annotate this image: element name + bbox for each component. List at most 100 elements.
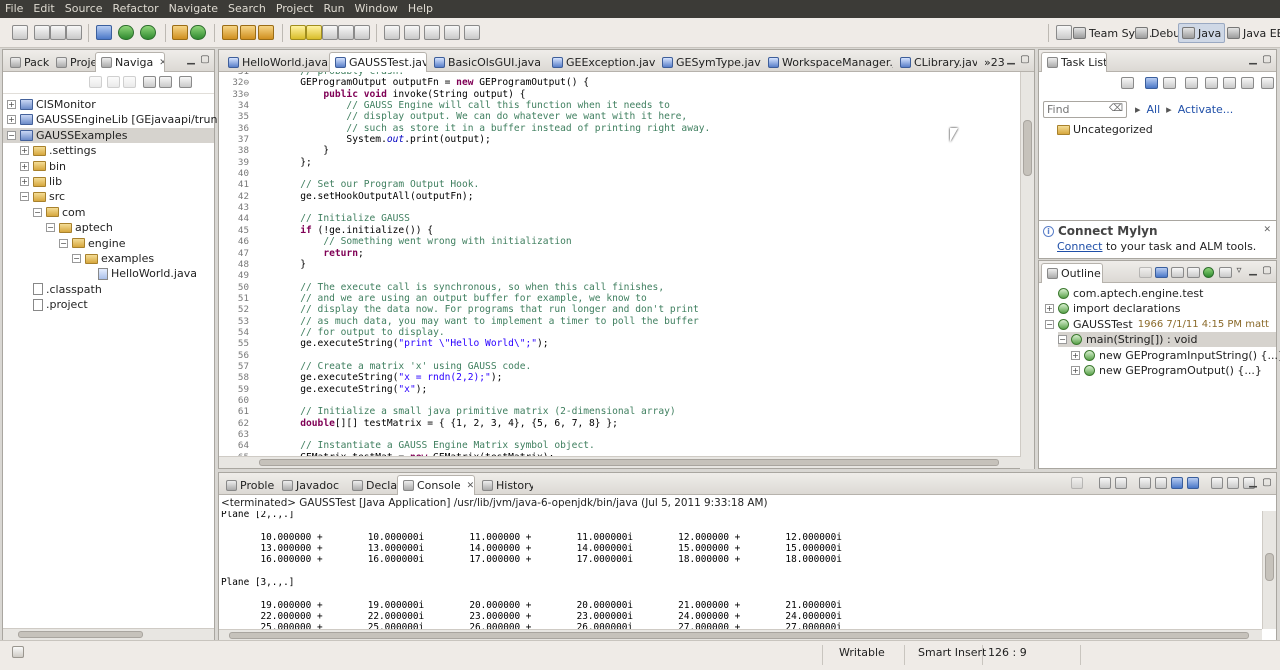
perspective-java[interactable]: Java xyxy=(1178,23,1226,43)
collapse-icon[interactable]: − xyxy=(1058,335,1067,345)
categorized-icon[interactable] xyxy=(1145,77,1158,89)
tree-item-com[interactable]: − com xyxy=(33,205,86,220)
all-link[interactable]: All xyxy=(1147,103,1161,116)
tab-gausstest-java[interactable]: GAUSSTest.java✕ xyxy=(329,52,427,72)
collapse-all-icon[interactable] xyxy=(143,76,156,88)
expand-icon[interactable]: + xyxy=(20,146,29,156)
tree-item-examples[interactable]: − examples xyxy=(72,251,154,266)
close-tab-icon[interactable]: ✕ xyxy=(159,58,164,68)
new-class-icon[interactable] xyxy=(190,25,206,40)
view-menu-icon[interactable] xyxy=(1261,77,1274,89)
minimize-icon[interactable]: ▁ xyxy=(1248,54,1258,66)
scroll-lock-icon[interactable] xyxy=(1155,477,1167,489)
tree-item-cismonitor[interactable]: + CISMonitor xyxy=(7,97,96,112)
run-external-icon[interactable] xyxy=(140,25,156,40)
expand-icon[interactable]: + xyxy=(1071,350,1080,360)
tree-item-aptech[interactable]: − aptech xyxy=(46,220,113,235)
toggle-mark-occurrences-icon[interactable] xyxy=(290,25,306,40)
console-output[interactable]: Plane [2,.,.] 10.000000 + 10.000000i 11.… xyxy=(219,511,1262,629)
expand-icon[interactable]: + xyxy=(7,115,16,125)
code-text[interactable]: // probably crash. GEProgramOutput outpu… xyxy=(254,72,710,457)
new-java-project-icon[interactable] xyxy=(172,25,188,40)
view-menu-icon[interactable] xyxy=(179,76,192,88)
menu-run[interactable]: Run xyxy=(318,0,349,18)
display-console-icon[interactable] xyxy=(1227,477,1239,489)
collapse-icon[interactable]: − xyxy=(1045,319,1054,329)
outline-item-new-geprograminputstring[interactable]: + new GEProgramInputString() {...} xyxy=(1071,348,1280,363)
connect-link[interactable]: Connect xyxy=(1057,240,1102,253)
tab-workspacemanager-jav[interactable]: WorkspaceManager.jav xyxy=(763,52,893,72)
find-input[interactable] xyxy=(1044,102,1110,117)
collapse-icon[interactable]: − xyxy=(33,207,42,217)
hide-static-icon[interactable] xyxy=(1187,267,1200,278)
expand-icon[interactable]: + xyxy=(1071,366,1080,375)
editor-horizontal-scrollbar[interactable] xyxy=(219,456,1020,468)
new-file-icon[interactable] xyxy=(12,25,28,40)
search-icon[interactable] xyxy=(258,25,274,40)
tab-javadoc[interactable]: Javadoc xyxy=(277,475,345,495)
collapse-icon[interactable]: − xyxy=(59,238,68,248)
menu-project[interactable]: Project xyxy=(271,0,319,18)
expand-icon[interactable]: + xyxy=(7,100,16,109)
up-icon[interactable] xyxy=(123,76,136,88)
menu-search[interactable]: Search xyxy=(223,0,271,18)
maximize-icon[interactable]: ▢ xyxy=(1262,265,1272,277)
expand-icon[interactable]: + xyxy=(20,177,29,186)
tree-item-classpath[interactable]: .classpath xyxy=(20,282,102,297)
minimize-icon[interactable]: ▁ xyxy=(1006,54,1016,66)
code-editor[interactable]: 3132⊖33⊖34353637383940414243444546474849… xyxy=(219,72,1020,457)
menu-help[interactable]: Help xyxy=(403,0,438,18)
sync-icon[interactable] xyxy=(1241,77,1254,89)
sort-icon[interactable] xyxy=(1155,267,1168,278)
tab-basicolsgui-java[interactable]: BasicOlsGUI.java xyxy=(429,52,545,72)
forward-icon[interactable] xyxy=(107,76,120,88)
toggle-breadcrumb-icon[interactable] xyxy=(354,25,370,40)
collapse-icon[interactable]: − xyxy=(72,254,81,263)
remove-launch-icon[interactable] xyxy=(1099,477,1111,489)
tree-item-project[interactable]: .project xyxy=(20,297,88,312)
next-annotation-icon[interactable] xyxy=(384,25,400,40)
outline-item-new-geprogramoutput[interactable]: + new GEProgramOutput() {...} xyxy=(1071,363,1262,378)
tree-item-src[interactable]: − src xyxy=(20,189,65,204)
outline-item-com-aptech-engine-test[interactable]: com.aptech.engine.test xyxy=(1045,286,1203,301)
tree-item-lib[interactable]: + lib xyxy=(20,174,62,189)
tree-item-helloworld-java[interactable]: HelloWorld.java xyxy=(85,266,197,281)
close-tab-icon[interactable]: ✕ xyxy=(467,481,474,491)
tab-history[interactable]: History xyxy=(477,475,533,495)
expand-icon[interactable]: + xyxy=(20,161,29,171)
outline-item-main-string-void[interactable]: − main(String[]) : void xyxy=(1058,332,1276,348)
tree-item-gaussenginelib-gejavaapi-trunk[interactable]: + GAUSSEngineLib [GEjavaapi/trunk] xyxy=(7,112,228,127)
hide-fields-icon[interactable] xyxy=(1171,267,1184,278)
tree-item-engine[interactable]: − engine xyxy=(59,236,126,251)
tab-task-list[interactable]: Task List✕ xyxy=(1041,52,1107,72)
minimize-icon[interactable]: ▁ xyxy=(1248,477,1258,489)
clear-find-icon[interactable]: ⌫ xyxy=(1109,103,1123,114)
show-on-stdout-icon[interactable] xyxy=(1171,477,1183,489)
outline-item-import-declarations[interactable]: + import declarations xyxy=(1045,301,1180,316)
tab-clibrary-java[interactable]: CLibrary.java xyxy=(895,52,977,72)
tab-helloworld-java[interactable]: HelloWorld.java xyxy=(223,52,327,72)
menu-refactor[interactable]: Refactor xyxy=(108,0,164,18)
save-all-icon[interactable] xyxy=(50,25,66,40)
maximize-icon[interactable]: ▢ xyxy=(1020,54,1030,66)
collapse-icon[interactable]: − xyxy=(7,130,16,140)
open-task-icon[interactable] xyxy=(240,25,256,40)
activate-link[interactable]: Activate... xyxy=(1178,103,1234,116)
forward-icon[interactable] xyxy=(464,25,480,40)
menu-source[interactable]: Source xyxy=(60,0,108,18)
last-edit-location-icon[interactable] xyxy=(424,25,440,40)
maximize-icon[interactable]: ▢ xyxy=(1262,54,1272,66)
collapse-icon[interactable]: − xyxy=(46,223,55,233)
view-menu-icon[interactable]: ▿ xyxy=(1234,265,1244,277)
print-icon[interactable] xyxy=(66,25,82,40)
tab-project[interactable]: Project xyxy=(51,52,95,72)
save-icon[interactable] xyxy=(34,25,50,40)
hide-nonpublic-icon[interactable] xyxy=(1203,267,1214,278)
pin-console-icon[interactable] xyxy=(1211,477,1223,489)
open-type-icon[interactable] xyxy=(222,25,238,40)
tab-naviga[interactable]: Naviga✕ xyxy=(95,52,165,72)
show-whitespace-icon[interactable] xyxy=(338,25,354,40)
back-icon[interactable] xyxy=(444,25,460,40)
link-with-editor-icon[interactable] xyxy=(159,76,172,88)
tree-item-bin[interactable]: + bin xyxy=(20,159,66,174)
